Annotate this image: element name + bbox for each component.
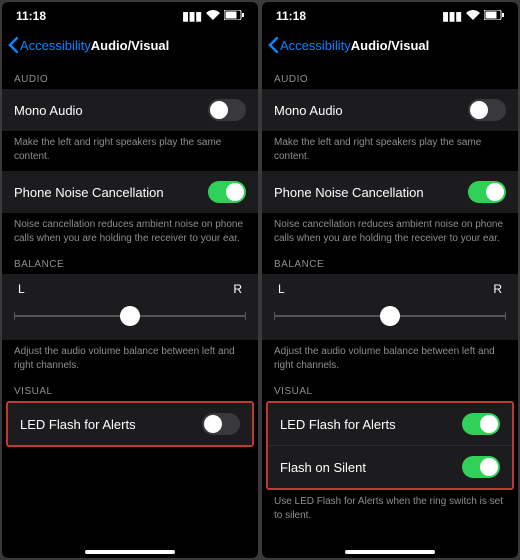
- visual-section-header: VISUAL: [2, 372, 258, 401]
- led-flash-toggle[interactable]: [202, 413, 240, 435]
- right-screenshot: 11:18 ▮▮▮ Accessibility Audio/Visual AUD…: [262, 2, 518, 558]
- page-title: Audio/Visual: [91, 38, 170, 53]
- status-bar: 11:18 ▮▮▮: [2, 2, 258, 30]
- flash-silent-label: Flash on Silent: [280, 460, 366, 475]
- mono-audio-footer: Make the left and right speakers play th…: [2, 131, 258, 163]
- slider-thumb[interactable]: [120, 306, 140, 326]
- led-flash-row[interactable]: LED Flash for Alerts: [8, 403, 252, 445]
- noise-cancel-footer: Noise cancellation reduces ambient noise…: [2, 213, 258, 245]
- led-flash-row[interactable]: LED Flash for Alerts: [268, 403, 512, 445]
- visual-section-header: VISUAL: [262, 372, 518, 401]
- page-title: Audio/Visual: [351, 38, 430, 53]
- noise-cancel-label: Phone Noise Cancellation: [274, 185, 424, 200]
- balance-left-label: L: [18, 282, 25, 296]
- flash-silent-row[interactable]: Flash on Silent: [268, 445, 512, 488]
- mono-audio-toggle[interactable]: [208, 99, 246, 121]
- status-bar: 11:18 ▮▮▮: [262, 2, 518, 30]
- led-flash-toggle[interactable]: [462, 413, 500, 435]
- led-flash-label: LED Flash for Alerts: [280, 417, 396, 432]
- balance-section-header: BALANCE: [2, 245, 258, 274]
- highlight-box-right: LED Flash for Alerts Flash on Silent: [266, 401, 514, 490]
- mono-audio-row[interactable]: Mono Audio: [262, 89, 518, 131]
- left-screenshot: 11:18 ▮▮▮ Accessibility Audio/Visual AUD…: [2, 2, 258, 558]
- noise-cancel-footer: Noise cancellation reduces ambient noise…: [262, 213, 518, 245]
- balance-right-label: R: [493, 282, 502, 296]
- balance-row: L R: [262, 274, 518, 340]
- noise-cancel-label: Phone Noise Cancellation: [14, 185, 164, 200]
- status-icons: ▮▮▮: [182, 9, 244, 23]
- noise-cancel-row[interactable]: Phone Noise Cancellation: [2, 171, 258, 213]
- mono-audio-toggle[interactable]: [468, 99, 506, 121]
- signal-icon: ▮▮▮: [442, 9, 462, 23]
- back-button[interactable]: Accessibility: [8, 37, 91, 53]
- highlight-box-left: LED Flash for Alerts: [6, 401, 254, 447]
- wifi-icon: [206, 9, 220, 23]
- battery-icon: [224, 9, 244, 23]
- mono-audio-row[interactable]: Mono Audio: [2, 89, 258, 131]
- status-icons: ▮▮▮: [442, 9, 504, 23]
- chevron-left-icon: [268, 37, 278, 53]
- wifi-icon: [466, 9, 480, 23]
- mono-audio-label: Mono Audio: [14, 103, 83, 118]
- balance-right-label: R: [233, 282, 242, 296]
- home-indicator[interactable]: [85, 550, 175, 554]
- balance-section-header: BALANCE: [262, 245, 518, 274]
- noise-cancel-toggle[interactable]: [468, 181, 506, 203]
- audio-section-header: AUDIO: [2, 60, 258, 89]
- back-label: Accessibility: [20, 38, 91, 53]
- balance-slider[interactable]: [274, 306, 506, 326]
- mono-audio-footer: Make the left and right speakers play th…: [262, 131, 518, 163]
- mono-audio-label: Mono Audio: [274, 103, 343, 118]
- back-label: Accessibility: [280, 38, 351, 53]
- led-flash-label: LED Flash for Alerts: [20, 417, 136, 432]
- status-time: 11:18: [16, 9, 46, 23]
- battery-icon: [484, 9, 504, 23]
- status-time: 11:18: [276, 9, 306, 23]
- balance-footer: Adjust the audio volume balance between …: [262, 340, 518, 372]
- balance-row: L R: [2, 274, 258, 340]
- balance-slider[interactable]: [14, 306, 246, 326]
- balance-left-label: L: [278, 282, 285, 296]
- home-indicator[interactable]: [345, 550, 435, 554]
- noise-cancel-row[interactable]: Phone Noise Cancellation: [262, 171, 518, 213]
- signal-icon: ▮▮▮: [182, 9, 202, 23]
- chevron-left-icon: [8, 37, 18, 53]
- audio-section-header: AUDIO: [262, 60, 518, 89]
- nav-bar: Accessibility Audio/Visual: [262, 30, 518, 60]
- slider-thumb[interactable]: [380, 306, 400, 326]
- flash-footer: Use LED Flash for Alerts when the ring s…: [262, 490, 518, 522]
- noise-cancel-toggle[interactable]: [208, 181, 246, 203]
- nav-bar: Accessibility Audio/Visual: [2, 30, 258, 60]
- flash-silent-toggle[interactable]: [462, 456, 500, 478]
- back-button[interactable]: Accessibility: [268, 37, 351, 53]
- balance-footer: Adjust the audio volume balance between …: [2, 340, 258, 372]
